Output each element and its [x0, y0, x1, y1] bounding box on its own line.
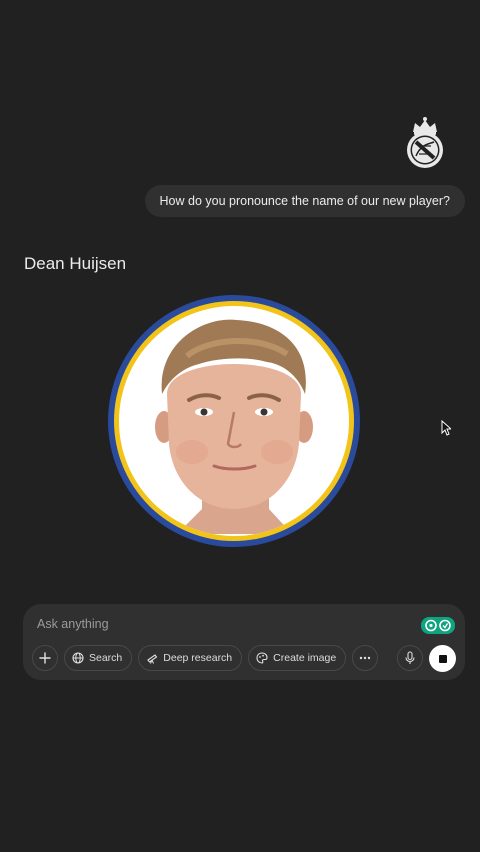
answer-title: Dean Huijsen: [24, 254, 127, 273]
plus-icon: [39, 652, 51, 664]
telescope-icon: [147, 654, 158, 664]
voice-input-button[interactable]: [397, 645, 423, 671]
deep-research-button[interactable]: Deep research: [138, 645, 243, 671]
create-image-label: Create image: [273, 652, 337, 664]
create-image-button[interactable]: Create image: [248, 645, 347, 671]
composer: Search Deep research Create image: [23, 604, 465, 680]
globe-icon: [72, 652, 84, 664]
stop-button[interactable]: [429, 645, 456, 672]
deep-research-label: Deep research: [163, 652, 233, 664]
search-button-label: Search: [89, 652, 123, 664]
stop-icon: [438, 654, 447, 663]
microphone-icon: [405, 651, 415, 664]
mouse-cursor-icon: [441, 420, 451, 436]
add-button[interactable]: [32, 645, 58, 671]
search-button[interactable]: Search: [64, 645, 133, 671]
palette-icon: [256, 652, 268, 664]
extension-badge-icon[interactable]: [421, 617, 455, 634]
composer-toolbar: Search Deep research Create image: [32, 645, 384, 671]
more-options-button[interactable]: [352, 645, 379, 671]
user-avatar-crest: [407, 117, 443, 168]
player-portrait: [108, 295, 360, 547]
prompt-input[interactable]: [37, 617, 397, 631]
more-icon: [359, 656, 371, 660]
user-message-bubble: How do you pronounce the name of our new…: [144, 185, 465, 217]
